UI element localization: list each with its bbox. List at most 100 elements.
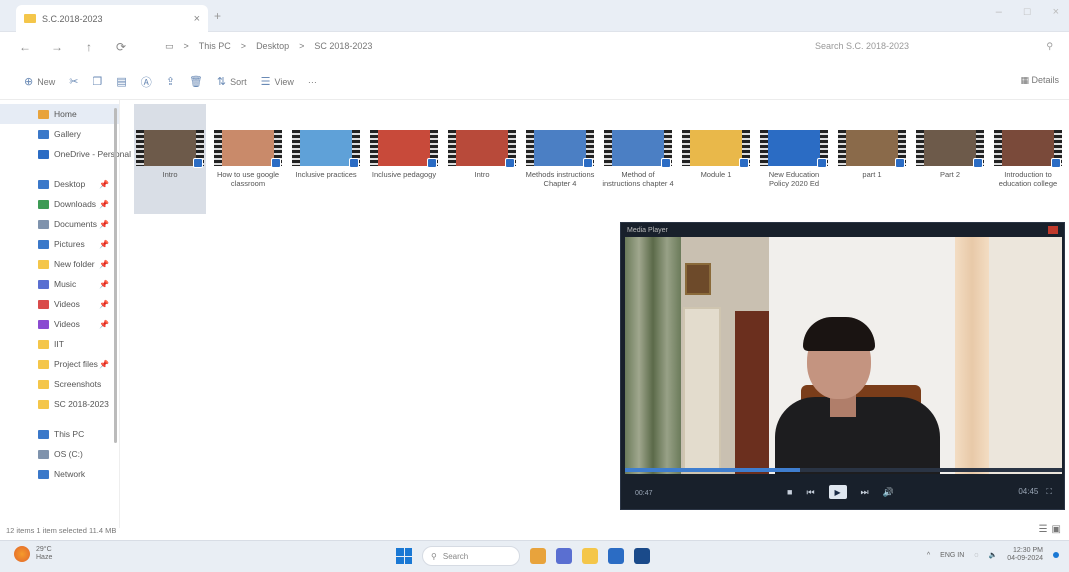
sidebar-item[interactable]: OS (C:): [0, 444, 119, 464]
media-player-badge-icon: [895, 158, 905, 168]
sidebar-item[interactable]: Screenshots: [0, 374, 119, 394]
share-icon[interactable]: ⇪: [166, 75, 175, 88]
sidebar-scrollbar[interactable]: [114, 108, 117, 443]
breadcrumb-item[interactable]: This PC: [199, 41, 231, 51]
sort-button[interactable]: ⇅ Sort: [217, 75, 247, 88]
forward-button[interactable]: →: [50, 40, 64, 54]
details-button[interactable]: ▦ Details: [1020, 75, 1059, 86]
file-item[interactable]: Methods instructions Chapter 4: [524, 104, 596, 214]
tab-sc-2018-2023[interactable]: S.C.2018-2023 ×: [16, 5, 208, 32]
sidebar-item-label: This PC: [54, 429, 85, 439]
file-item[interactable]: Module 1: [680, 104, 752, 214]
notification-icon[interactable]: [1053, 552, 1059, 558]
minimize-button[interactable]: –: [996, 6, 1002, 18]
file-item[interactable]: part 1: [836, 104, 908, 214]
film-strip-icon: [370, 130, 378, 166]
media-player-window[interactable]: Media Player 00:47 ■ ⏮ ▶ ⏭ 🔊 04:45 ⛶: [620, 222, 1065, 510]
breadcrumb-item[interactable]: SC 2018-2023: [314, 41, 372, 51]
folder-icon: [38, 319, 49, 329]
sidebar-item[interactable]: Network: [0, 464, 119, 484]
file-name: Module 1: [700, 170, 732, 179]
clock[interactable]: 12:30 PM 04-09-2024: [1007, 547, 1043, 563]
player-close-button[interactable]: [1048, 226, 1058, 234]
chevron-up-icon[interactable]: ^: [927, 552, 930, 559]
view-icon: ☰: [260, 76, 271, 88]
sidebar-item[interactable]: Documents 📌: [0, 214, 119, 234]
file-name: New Education Policy 2020 Ed: [768, 170, 820, 188]
folder-icon: [38, 179, 49, 189]
file-item[interactable]: New Education Policy 2020 Ed: [758, 104, 830, 214]
language-indicator[interactable]: ENG IN: [940, 552, 964, 559]
video-left-curtain: [625, 237, 681, 474]
file-item[interactable]: Inclusive pedagogy: [368, 104, 440, 214]
rename-icon[interactable]: Ⓐ: [141, 74, 152, 90]
previous-button[interactable]: ⏮: [806, 487, 814, 498]
sidebar-item[interactable]: Desktop 📌: [0, 174, 119, 194]
more-button[interactable]: ···: [308, 77, 317, 87]
sidebar-item[interactable]: Videos 📌: [0, 314, 119, 334]
tiles-view-icon[interactable]: ▣: [1052, 524, 1061, 535]
view-label: View: [274, 76, 294, 87]
file-item[interactable]: How to use google classroom: [212, 104, 284, 214]
wifi-icon[interactable]: ◌: [974, 552, 978, 559]
file-item[interactable]: Method of instructions chapter 4: [602, 104, 674, 214]
sidebar-item[interactable]: Videos 📌: [0, 294, 119, 314]
seek-bar[interactable]: [625, 468, 1062, 472]
media-player-app-icon[interactable]: [634, 548, 650, 564]
sidebar-item[interactable]: Downloads 📌: [0, 194, 119, 214]
sidebar-item[interactable]: Gallery: [0, 124, 119, 144]
play-button[interactable]: ▶: [828, 485, 847, 499]
details-view-icon[interactable]: ☰: [1039, 524, 1048, 535]
file-explorer-app-icon[interactable]: [582, 548, 598, 564]
sidebar-item[interactable]: Home: [0, 104, 119, 124]
cut-icon[interactable]: ✂: [69, 75, 78, 88]
delete-icon[interactable]: 🗑: [189, 75, 203, 88]
weather-widget[interactable]: 29°C Haze: [14, 546, 52, 562]
file-item[interactable]: Inclusive practices: [290, 104, 362, 214]
search-input[interactable]: Search S.C. 2018-2023 ⚲: [805, 35, 1063, 57]
fullscreen-icon[interactable]: ⛶: [1046, 487, 1052, 497]
sidebar-item[interactable]: New folder 📌: [0, 254, 119, 274]
maximize-button[interactable]: □: [1024, 6, 1031, 18]
sidebar-item[interactable]: Project files 📌: [0, 354, 119, 374]
folder-icon: [38, 469, 49, 479]
video-thumbnail: [760, 130, 828, 168]
video-thumbnail: [994, 130, 1062, 168]
file-item[interactable]: Intro: [446, 104, 518, 214]
store-app-icon[interactable]: [608, 548, 624, 564]
up-button[interactable]: ↑: [82, 40, 96, 54]
speaker-icon[interactable]: 🔈: [988, 551, 997, 559]
close-button[interactable]: ×: [1053, 6, 1059, 18]
stop-button[interactable]: ■: [787, 487, 792, 497]
file-item[interactable]: Introduction to education college: [992, 104, 1064, 214]
breadcrumb-sep: >: [299, 41, 305, 51]
volume-button[interactable]: 🔊: [883, 487, 894, 498]
sidebar-item[interactable]: Pictures 📌: [0, 234, 119, 254]
sidebar-item[interactable]: IIT: [0, 334, 119, 354]
start-button[interactable]: [396, 548, 412, 564]
sidebar-item[interactable]: OneDrive - Personal: [0, 144, 131, 164]
sidebar-item[interactable]: Music 📌: [0, 274, 119, 294]
video-frame[interactable]: [625, 237, 1062, 474]
taskbar-search[interactable]: ⚲ Search: [422, 546, 520, 566]
tab-close-button[interactable]: ×: [194, 13, 200, 25]
back-button[interactable]: ←: [18, 40, 32, 54]
view-button[interactable]: ☰ View: [261, 75, 294, 88]
breadcrumb-item[interactable]: Desktop: [256, 41, 289, 51]
file-item[interactable]: Intro: [134, 104, 206, 214]
sidebar-item[interactable]: This PC: [0, 424, 119, 444]
copy-icon[interactable]: ❐: [92, 75, 102, 88]
pin-icon: 📌: [99, 279, 109, 289]
refresh-button[interactable]: ⟳: [114, 40, 128, 54]
video-thumbnail: [838, 130, 906, 168]
file-item[interactable]: Part 2: [914, 104, 986, 214]
paste-icon[interactable]: ▤: [116, 75, 126, 88]
new-tab-button[interactable]: +: [214, 9, 221, 23]
next-button[interactable]: ⏭: [861, 487, 869, 498]
sidebar-item[interactable]: SC 2018-2023: [0, 394, 119, 414]
widgets-app-icon[interactable]: [530, 548, 546, 564]
chat-app-icon[interactable]: [556, 548, 572, 564]
clock-date: 04-09-2024: [1007, 555, 1043, 562]
new-button[interactable]: ⊕ New: [24, 75, 55, 88]
breadcrumb[interactable]: ▭ > This PC > Desktop > SC 2018-2023: [165, 36, 795, 56]
